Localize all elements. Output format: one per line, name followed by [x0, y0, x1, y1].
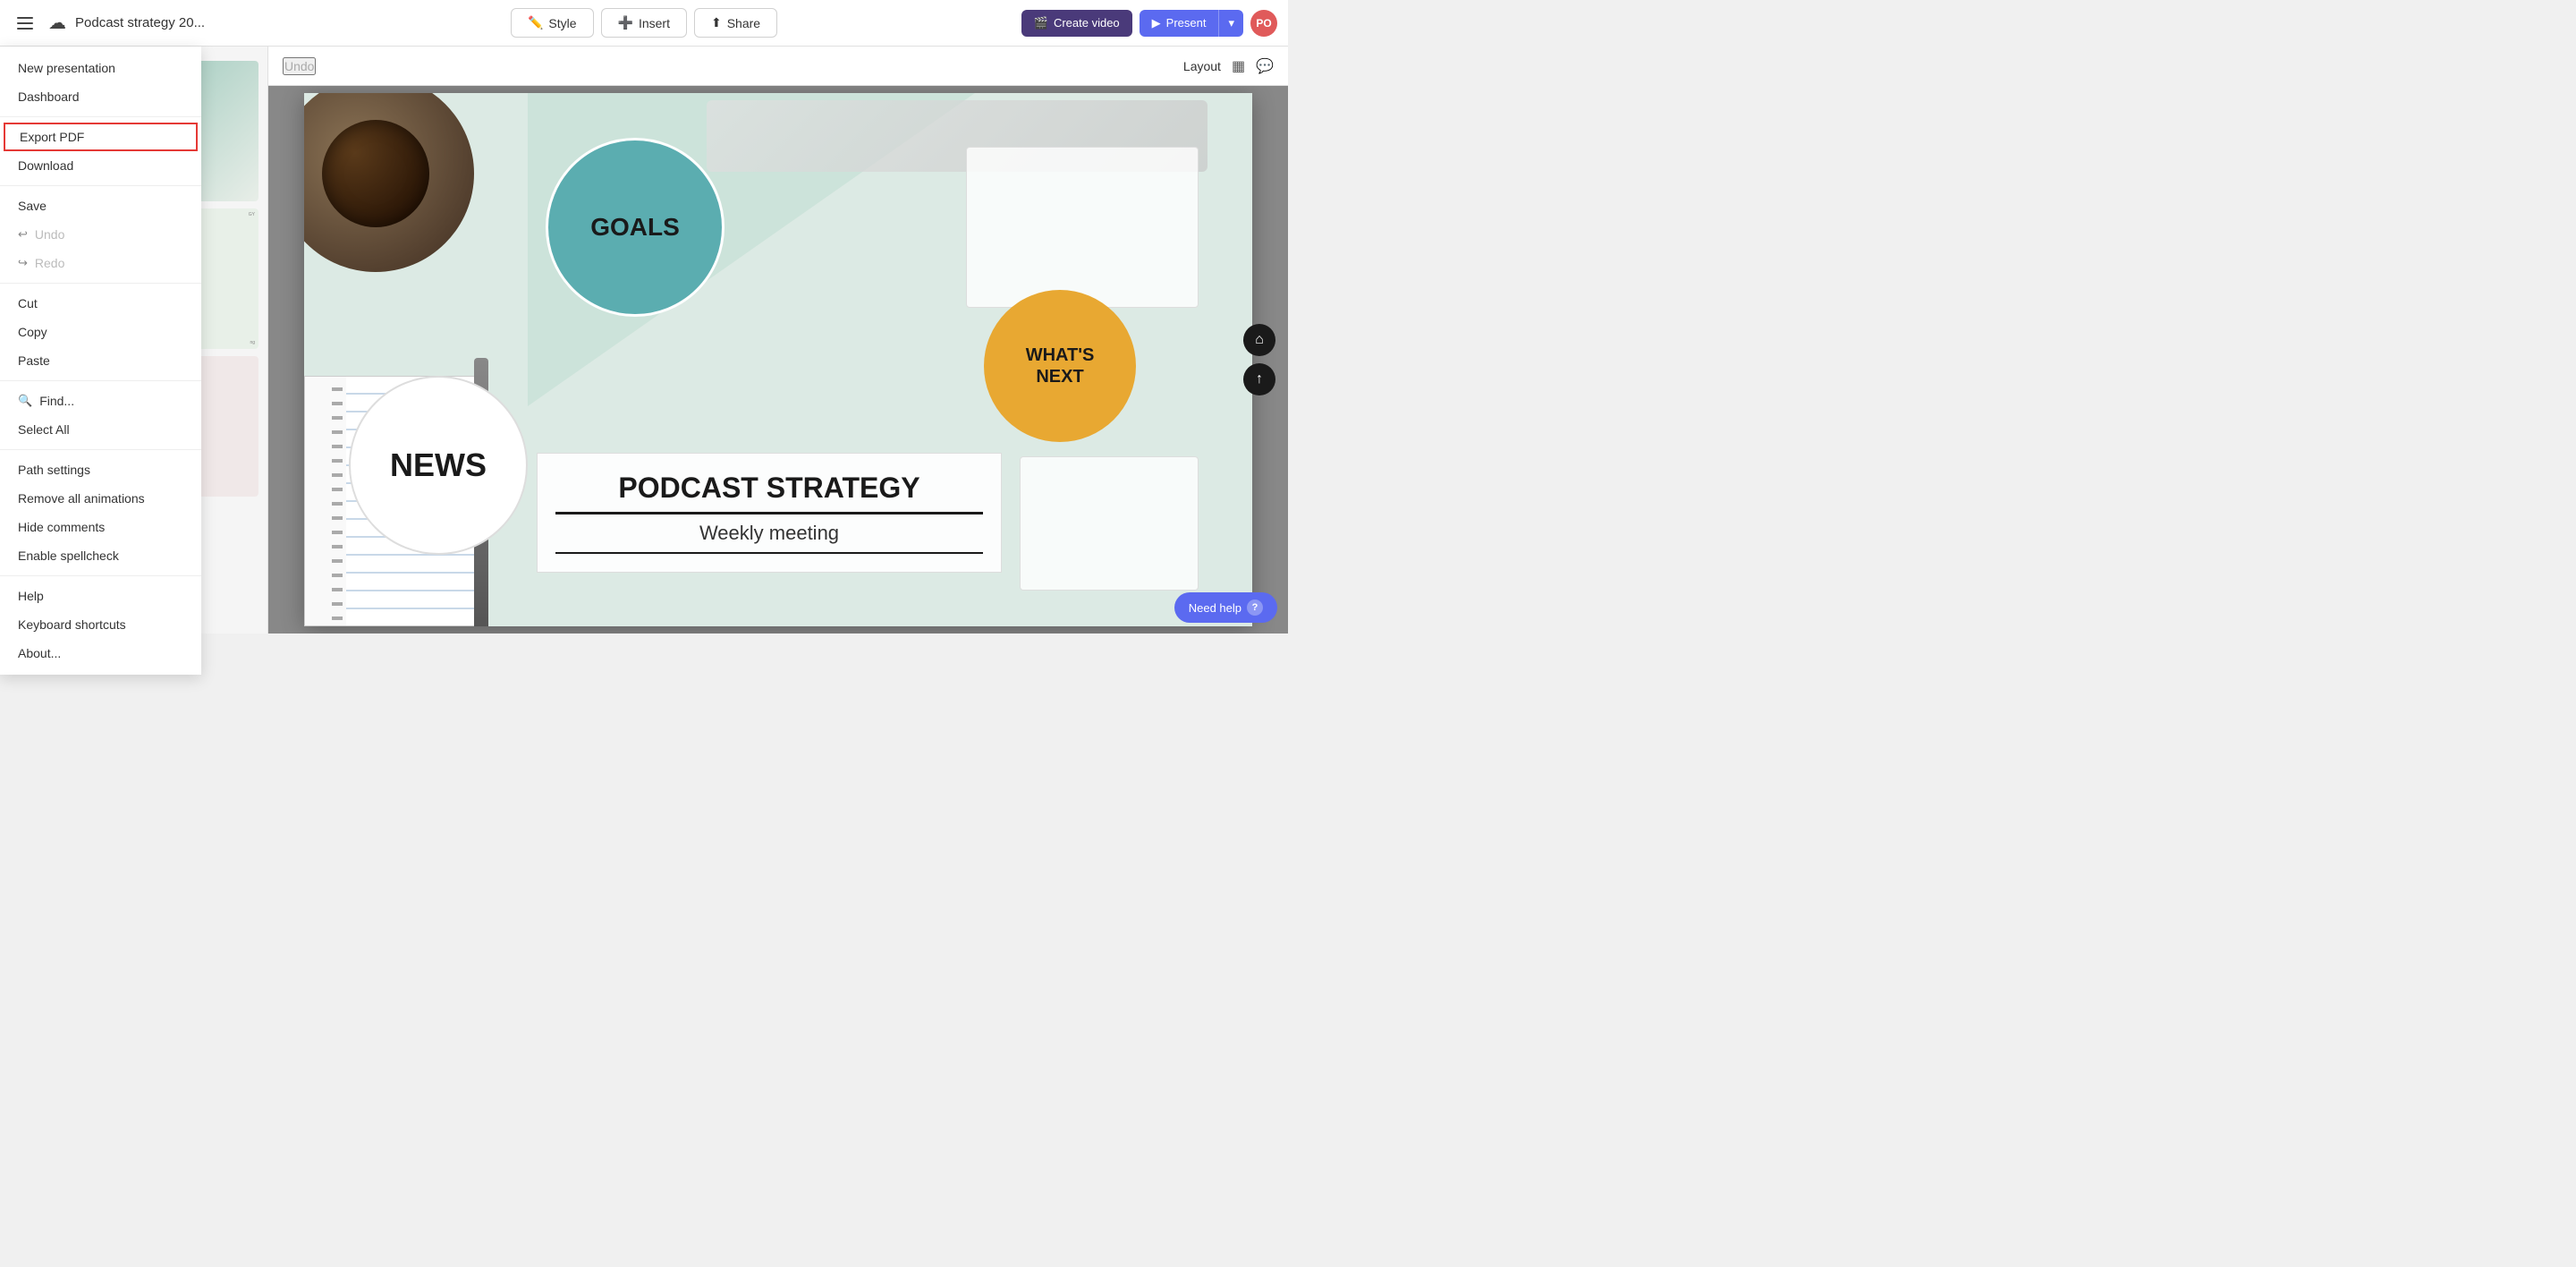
create-video-button[interactable]: 🎬 Create video: [1021, 10, 1132, 37]
share-button[interactable]: ⬆ Share: [694, 8, 777, 38]
menu-item-redo[interactable]: ↪ Redo: [0, 249, 201, 277]
style-icon: ✏️: [528, 15, 543, 30]
cloud-icon: ☁: [48, 12, 66, 34]
menu-item-select-all[interactable]: Select All: [0, 415, 201, 444]
avatar: PO: [1250, 10, 1277, 37]
notebook-spiral: [332, 377, 343, 625]
menu-divider-6: [0, 575, 201, 576]
goals-circle: GOALS: [546, 138, 724, 317]
style-button[interactable]: ✏️ Style: [511, 8, 594, 38]
find-icon: 🔍: [18, 394, 32, 408]
present-dropdown-arrow[interactable]: ▾: [1218, 10, 1243, 37]
toolbar: ☁ Podcast strategy 20... ✏️ Style ➕ Inse…: [0, 0, 1288, 47]
slide-canvas: GOALS WHAT'S NEXT PODCAST STRATEGY Weekl…: [304, 93, 1252, 626]
home-button[interactable]: ⌂: [1243, 324, 1275, 356]
goals-text: GOALS: [590, 213, 680, 242]
doc-title: Podcast strategy 20...: [75, 15, 205, 30]
menu-item-paste[interactable]: Paste: [0, 346, 201, 375]
video-icon: 🎬: [1034, 16, 1048, 30]
present-main[interactable]: ▶ Present: [1140, 10, 1219, 37]
menu-item-download[interactable]: Download: [0, 151, 201, 180]
white-box-top: [966, 147, 1199, 308]
toolbar-left: ☁ Podcast strategy 20...: [11, 9, 511, 38]
menu-item-hide-comments[interactable]: Hide comments: [0, 513, 201, 541]
main-text-box: PODCAST STRATEGY Weekly meeting: [537, 453, 1002, 573]
undo-button[interactable]: Undo: [283, 57, 316, 75]
news-text: NEWS: [390, 446, 487, 484]
help-circle: ?: [1247, 599, 1263, 616]
insert-button[interactable]: ➕ Insert: [601, 8, 687, 38]
menu-divider-2: [0, 185, 201, 186]
right-panel-buttons: ⌂ ↑: [1243, 324, 1275, 395]
menu-divider-3: [0, 283, 201, 284]
layout-area: Layout ▦ 💬: [1183, 57, 1274, 75]
news-circle: NEWS: [349, 376, 528, 555]
canvas-area: GOALS WHAT'S NEXT PODCAST STRATEGY Weekl…: [268, 86, 1288, 634]
menu-item-save[interactable]: Save: [0, 191, 201, 220]
menu-item-undo[interactable]: ↩ Undo: [0, 220, 201, 249]
menu-item-path-settings[interactable]: Path settings: [0, 455, 201, 484]
up-icon: ↑: [1256, 371, 1263, 387]
menu-item-dashboard[interactable]: Dashboard: [0, 82, 201, 111]
menu-item-keyboard-shortcuts[interactable]: Keyboard shortcuts: [0, 610, 201, 639]
menu-divider-5: [0, 449, 201, 450]
menu-item-enable-spellcheck[interactable]: Enable spellcheck: [0, 541, 201, 570]
podcast-subtitle: Weekly meeting: [555, 522, 983, 554]
menu-item-export-pdf[interactable]: Export PDF: [4, 123, 198, 151]
whats-next-circle: WHAT'S NEXT: [984, 290, 1136, 442]
scroll-up-button[interactable]: ↑: [1243, 363, 1275, 395]
secondary-bar: Undo Layout ▦ 💬: [268, 47, 1288, 86]
whats-next-text: WHAT'S NEXT: [1026, 344, 1095, 387]
toolbar-right: 🎬 Create video ▶ Present ▾ PO: [777, 10, 1277, 37]
menu-item-new-presentation[interactable]: New presentation: [0, 54, 201, 82]
home-icon: ⌂: [1255, 332, 1264, 348]
play-icon: ▶: [1152, 16, 1161, 30]
present-button[interactable]: ▶ Present ▾: [1140, 10, 1243, 37]
menu-item-remove-animations[interactable]: Remove all animations: [0, 484, 201, 513]
hamburger-button[interactable]: [11, 9, 39, 38]
need-help-button[interactable]: Need help ?: [1174, 592, 1277, 623]
white-box-bottom: [1020, 456, 1199, 591]
layout-label: Layout: [1183, 59, 1221, 73]
redo-icon: ↪: [18, 256, 28, 270]
menu-item-about[interactable]: About...: [0, 639, 201, 668]
menu-divider-4: [0, 380, 201, 381]
menu-item-cut[interactable]: Cut: [0, 289, 201, 318]
menu-item-find[interactable]: 🔍 Find...: [0, 387, 201, 415]
menu-item-copy[interactable]: Copy: [0, 318, 201, 346]
podcast-title: PODCAST STRATEGY: [555, 472, 983, 514]
insert-icon: ➕: [618, 15, 633, 30]
menu-item-help[interactable]: Help: [0, 582, 201, 610]
share-icon: ⬆: [711, 15, 722, 30]
dropdown-menu: New presentation Dashboard Export PDF Do…: [0, 47, 201, 675]
undo-icon: ↩: [18, 227, 28, 242]
layout-grid-icon[interactable]: ▦: [1232, 57, 1245, 75]
toolbar-center: ✏️ Style ➕ Insert ⬆ Share: [511, 8, 777, 38]
layout-comment-icon[interactable]: 💬: [1256, 57, 1274, 75]
menu-divider-1: [0, 116, 201, 117]
